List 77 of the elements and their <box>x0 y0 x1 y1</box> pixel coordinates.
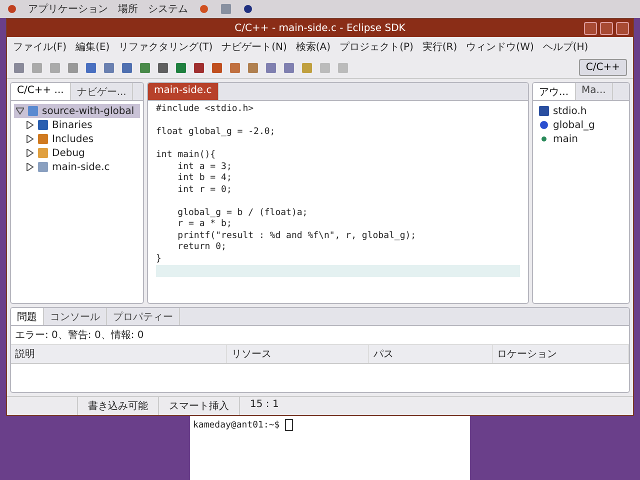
view-tab[interactable]: 問題 <box>11 308 44 325</box>
tree-item[interactable]: Debug <box>52 148 85 158</box>
view-tab[interactable]: アウ... <box>533 83 576 100</box>
column-header[interactable]: リソース <box>227 345 370 363</box>
outline-item[interactable]: stdio.h <box>553 106 587 116</box>
toolbar-icon <box>31 62 43 74</box>
toolbar-icon <box>157 62 169 74</box>
column-header[interactable]: ロケーション <box>493 345 629 363</box>
close-button[interactable] <box>616 22 629 35</box>
view-tab[interactable]: プロパティー <box>107 308 180 325</box>
toolbar-icon <box>67 62 79 74</box>
code-line: int main(){ <box>156 149 217 162</box>
status-field: 書き込み可能 <box>77 397 158 415</box>
menu-item[interactable]: ナビゲート(N) <box>222 40 287 54</box>
view-tab[interactable]: main-side.c <box>148 83 219 100</box>
code-line: r = a * b; <box>176 219 233 230</box>
panel-menu[interactable]: 場所 <box>118 2 138 16</box>
tree-item[interactable]: main-side.c <box>52 162 110 172</box>
tree-item[interactable]: Includes <box>52 134 94 144</box>
column-header[interactable]: 説明 <box>11 345 228 363</box>
toolbar-icon <box>139 62 151 74</box>
toolbar-icon <box>283 62 295 74</box>
menu-item[interactable]: リファクタリング(T) <box>118 40 213 54</box>
code-line: int b = 4; <box>176 173 233 184</box>
toolbar-icon <box>121 62 133 74</box>
toolbar-icon <box>229 62 241 74</box>
menu-item[interactable]: 検索(A) <box>296 40 331 54</box>
code-line: printf("result : %d and %f\n", r, global_g); <box>176 230 418 242</box>
status-field: スマート挿入 <box>158 397 239 415</box>
menu-item[interactable]: 編集(E) <box>76 40 110 54</box>
code-line: #include <stdio.h> <box>156 104 255 116</box>
code-line: } <box>156 254 162 265</box>
code-line: return 0; <box>176 242 228 254</box>
toolbar-icon <box>13 62 25 74</box>
expand-toggle-icon[interactable] <box>16 107 24 115</box>
outline-item[interactable]: global_g <box>553 120 595 130</box>
code-line: float global_g = -2.0; <box>156 126 276 138</box>
menu-item[interactable]: ファイル(F) <box>13 40 67 54</box>
toolbar-icon <box>49 62 61 74</box>
menu-item[interactable]: プロジェクト(P) <box>340 40 414 54</box>
view-tab[interactable]: C/C++ ... <box>11 83 71 100</box>
toolbar-icon <box>175 62 187 74</box>
column-header[interactable]: パス <box>369 345 494 363</box>
status-field: 15 : 1 <box>239 397 310 415</box>
view-tab[interactable]: Ma... <box>576 83 613 100</box>
minimize-button[interactable] <box>584 22 597 35</box>
code-line: int r = 0; <box>176 184 233 196</box>
view-tab[interactable]: コンソール <box>44 308 107 325</box>
toolbar-icon <box>337 62 349 74</box>
toolbar-icon <box>211 62 223 74</box>
code-line: global_g = b / (float)a; <box>176 206 309 219</box>
menu-item[interactable]: 実行(R) <box>422 40 458 54</box>
panel-menu[interactable]: システム <box>148 2 188 16</box>
toolbar-icon <box>301 62 313 74</box>
toolbar-icon <box>265 62 277 74</box>
maximize-button[interactable] <box>600 22 613 35</box>
perspective-button[interactable]: C/C++ <box>578 59 627 76</box>
toolbar-icon <box>103 62 115 74</box>
toolbar-icon <box>319 62 331 74</box>
tree-item[interactable]: Binaries <box>52 120 92 130</box>
panel-menu[interactable]: アプリケーション <box>28 2 108 16</box>
outline-item[interactable]: main <box>553 134 578 144</box>
expand-toggle-icon[interactable] <box>26 135 34 143</box>
expand-toggle-icon[interactable] <box>26 163 34 171</box>
code-line: int a = 3; <box>176 162 233 173</box>
dot-icon <box>538 119 550 131</box>
menu-item[interactable]: ヘルプ(H) <box>542 40 588 54</box>
text-cursor <box>285 419 294 431</box>
menu-item[interactable]: ウィンドウ(W) <box>466 40 534 54</box>
view-tab[interactable]: ナビゲー... <box>70 83 134 100</box>
expand-toggle-icon[interactable] <box>26 149 34 157</box>
toolbar-icon <box>193 62 205 74</box>
toolbar-icon <box>247 62 259 74</box>
window-title: C/C++ - main-side.c - Eclipse SDK <box>234 22 406 34</box>
toolbar-icon <box>85 62 97 74</box>
terminal-prompt: kameday@ant01:~$ <box>193 420 280 430</box>
expand-toggle-icon[interactable] <box>26 121 34 129</box>
